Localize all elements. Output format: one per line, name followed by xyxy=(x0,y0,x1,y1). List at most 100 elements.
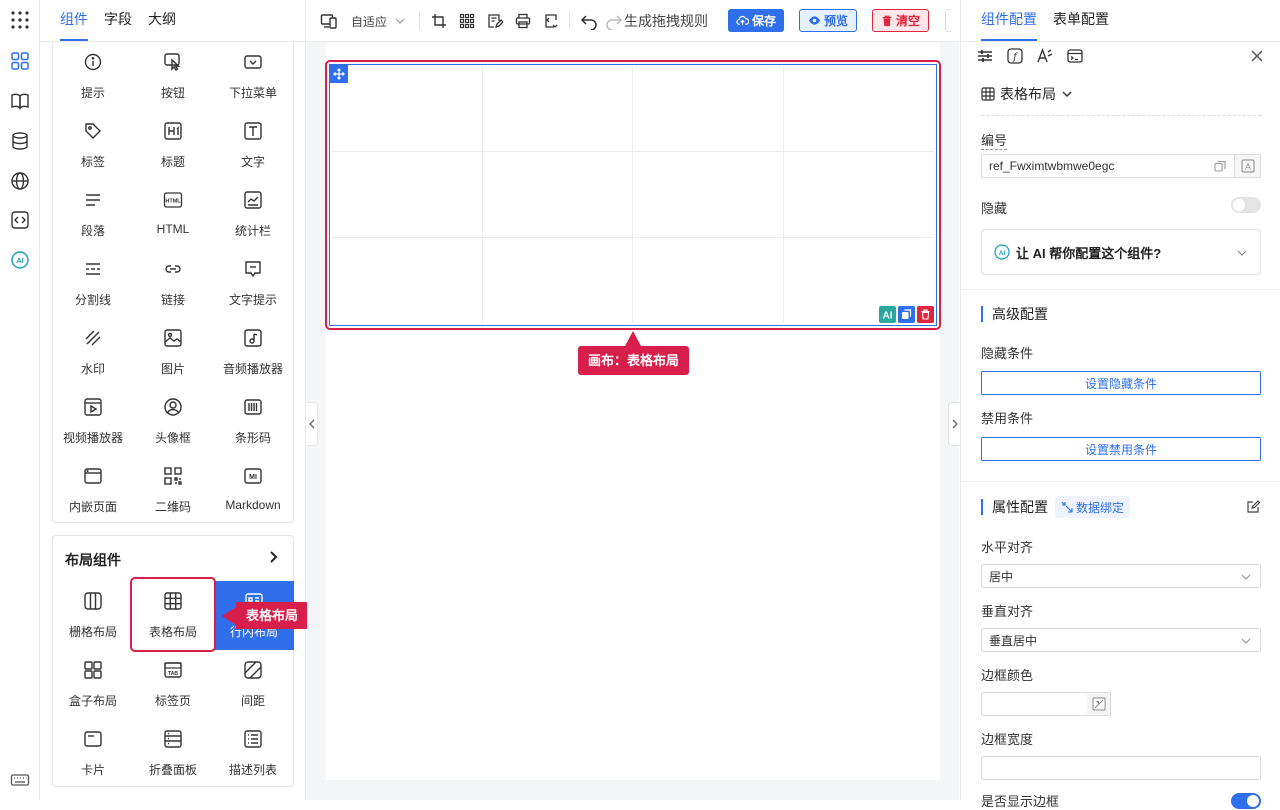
preview-button[interactable]: 预览 xyxy=(799,9,858,32)
device-icon[interactable] xyxy=(319,10,339,32)
component-item-qrcode[interactable]: 二维码 xyxy=(133,456,213,525)
id-input[interactable]: ref_Fwximtwbmwe0egc xyxy=(981,154,1235,178)
table-cell[interactable] xyxy=(633,67,784,153)
collapse-left-handle[interactable] xyxy=(306,402,318,446)
table-cell[interactable] xyxy=(783,67,934,153)
component-item-image[interactable]: 图片 xyxy=(133,318,213,387)
v-align-select[interactable]: 垂直居中 xyxy=(981,628,1261,652)
language-icon[interactable]: A xyxy=(1235,154,1261,178)
copy-icon[interactable] xyxy=(898,306,915,323)
component-item-watermark[interactable]: 水印 xyxy=(53,318,133,387)
component-item-card[interactable]: 卡片 xyxy=(53,719,133,788)
component-item-tabs[interactable]: TAB 标签页 xyxy=(133,650,213,719)
ai-assist-icon[interactable]: AI xyxy=(879,306,896,323)
component-item-tip[interactable]: 提示 xyxy=(53,42,133,111)
tab-form-config[interactable]: 表单配置 xyxy=(1053,9,1109,41)
print-icon[interactable] xyxy=(513,10,533,32)
component-item-html[interactable]: HTML HTML xyxy=(133,180,213,249)
data-binding-tag[interactable]: 数据绑定 xyxy=(1055,496,1131,518)
svg-text:f: f xyxy=(1012,52,1019,63)
collapse-right-handle[interactable] xyxy=(948,402,960,446)
book-icon[interactable] xyxy=(9,90,31,112)
sliders-icon[interactable] xyxy=(975,46,995,66)
component-item-grid-layout[interactable]: 栅格布局 xyxy=(53,581,133,650)
delete-icon[interactable] xyxy=(917,306,934,323)
ai-assist-panel[interactable]: AI 让 AI 帮你配置这个组件? xyxy=(981,229,1261,275)
component-item-descriptions[interactable]: 描述列表 xyxy=(213,719,293,788)
keyboard-icon[interactable] xyxy=(9,769,31,791)
ai-icon[interactable]: AI xyxy=(9,249,31,271)
component-item-text[interactable]: 文字 xyxy=(213,111,293,180)
set-hide-condition-button[interactable]: 设置隐藏条件 xyxy=(981,371,1261,395)
component-item-barcode[interactable]: 条形码 xyxy=(213,387,293,456)
table-cell[interactable] xyxy=(332,237,483,323)
table-cell[interactable] xyxy=(633,237,784,323)
tab-outline[interactable]: 大纲 xyxy=(148,9,176,41)
component-item-paragraph[interactable]: 段落 xyxy=(53,180,133,249)
component-item-spacing[interactable]: 间距 xyxy=(213,650,293,719)
h-align-select[interactable]: 居中 xyxy=(981,564,1261,588)
text-icon xyxy=(243,121,263,141)
edit-doc-icon[interactable] xyxy=(485,10,505,32)
component-item-link[interactable]: 链接 xyxy=(133,249,213,318)
component-item-markdown[interactable]: MI Markdown xyxy=(213,456,293,525)
component-item-button[interactable]: 按钮 xyxy=(133,42,213,111)
component-item-audio[interactable]: 音频播放器 xyxy=(213,318,293,387)
redo-icon[interactable] xyxy=(603,10,625,32)
edit-icon[interactable] xyxy=(1246,500,1260,514)
component-item-video[interactable]: 视频播放器 xyxy=(53,387,133,456)
svg-text:AI: AI xyxy=(999,250,1006,257)
component-item-avatar[interactable]: 头像框 xyxy=(133,387,213,456)
component-item-label: 折叠面板 xyxy=(148,763,197,777)
set-disable-condition-button[interactable]: 设置禁用条件 xyxy=(981,437,1261,461)
component-item-label: 标签 xyxy=(80,155,105,169)
component-item-dropdown[interactable]: 下拉菜单 xyxy=(213,42,293,111)
table-cell[interactable] xyxy=(332,67,483,153)
close-icon[interactable] xyxy=(1250,49,1264,63)
table-cell[interactable] xyxy=(332,152,483,238)
component-item-collapse[interactable]: 折叠面板 xyxy=(133,719,213,788)
component-item-tag[interactable]: 标签 xyxy=(53,111,133,180)
code-icon[interactable] xyxy=(9,209,31,231)
component-type-select[interactable]: 表格布局 xyxy=(981,84,1073,104)
globe-icon[interactable] xyxy=(9,170,31,192)
grid-dots-icon[interactable] xyxy=(457,10,477,32)
component-item-iframe[interactable]: 内嵌页面 xyxy=(53,456,133,525)
table-cell[interactable] xyxy=(633,152,784,238)
component-item-divider[interactable]: 分割线 xyxy=(53,249,133,318)
device-mode-select[interactable]: 自适应 xyxy=(351,10,411,32)
clear-button[interactable]: 清空 xyxy=(872,9,930,32)
table-cell[interactable] xyxy=(783,152,934,238)
tab-component-config[interactable]: 组件配置 xyxy=(981,9,1037,41)
components-icon[interactable] xyxy=(9,50,31,72)
table-cell[interactable] xyxy=(482,67,633,153)
table-layout-block[interactable]: AI xyxy=(329,64,937,326)
link-icon xyxy=(163,259,183,279)
component-item-statistic[interactable]: 统计栏 xyxy=(213,180,293,249)
chevron-right-icon[interactable] xyxy=(267,550,281,564)
chevron-right-icon xyxy=(952,419,958,429)
layout-components-group: 布局组件 栅格布局 表格布局 行内布局 盒子布局 TAB 标签页 间距 卡片 折… xyxy=(52,535,294,787)
save-button[interactable]: 保存 xyxy=(728,9,785,32)
hidden-toggle[interactable] xyxy=(1231,197,1261,213)
crop-icon[interactable] xyxy=(429,10,449,32)
tab-fields[interactable]: 字段 xyxy=(104,9,132,41)
table-cell[interactable] xyxy=(482,152,633,238)
copy-icon[interactable] xyxy=(1214,160,1226,172)
show-border-toggle[interactable] xyxy=(1231,793,1261,809)
generate-drag-rule-link[interactable]: 生成拖拽规则 xyxy=(624,10,708,32)
event-code-icon[interactable] xyxy=(1065,46,1085,66)
apps-grid-icon[interactable] xyxy=(9,9,31,31)
text-style-icon[interactable] xyxy=(1035,46,1055,66)
undo-icon[interactable] xyxy=(579,10,599,32)
component-item-tooltip[interactable]: 文字提示 xyxy=(213,249,293,318)
table-cell[interactable] xyxy=(483,237,633,323)
json-icon[interactable] xyxy=(541,10,561,32)
function-icon[interactable]: f xyxy=(1005,46,1025,66)
border-width-input[interactable] xyxy=(981,756,1261,780)
component-item-heading[interactable]: 标题 xyxy=(133,111,213,180)
database-icon[interactable] xyxy=(9,130,31,152)
component-item-box-layout[interactable]: 盒子布局 xyxy=(53,650,133,719)
color-picker-icon[interactable] xyxy=(1087,692,1111,716)
tab-components[interactable]: 组件 xyxy=(60,9,88,41)
